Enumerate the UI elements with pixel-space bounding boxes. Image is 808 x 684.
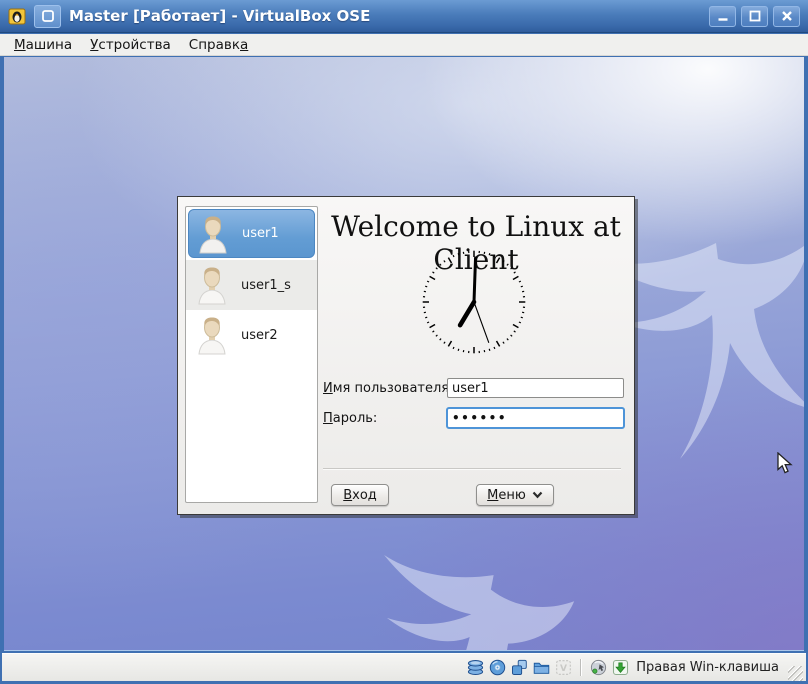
display-icon[interactable]: V (555, 659, 572, 676)
mouse-integration-icon[interactable] (590, 659, 607, 676)
statusbar-separator (580, 659, 582, 676)
close-icon (780, 10, 794, 22)
password-input[interactable] (446, 407, 625, 429)
titlebar: Master [Работает] - VirtualBox OSE (0, 0, 808, 33)
host-key-label: Правая Win-клавиша (636, 660, 779, 675)
user-name: user1_s (241, 278, 291, 293)
dialog-separator (323, 468, 621, 470)
ose-cube-icon (41, 9, 55, 23)
cd-dvd-icon[interactable] (489, 659, 506, 676)
statusbar: V Правая Win-клавиша (2, 653, 806, 681)
virtualbox-window: Master [Работает] - VirtualBox OSE М (0, 0, 808, 684)
user-row-user2[interactable]: user2 (186, 310, 317, 360)
minimize-icon (716, 10, 730, 22)
user-name: user2 (241, 328, 278, 343)
menu-devices[interactable]: Устройства (90, 37, 171, 53)
window-controls (709, 6, 800, 27)
login-button[interactable]: Вход (331, 484, 389, 506)
maximize-button[interactable] (741, 6, 768, 27)
menu-machine[interactable]: Машина (14, 37, 72, 53)
virtualbox-ose-logo (34, 5, 61, 28)
network-icon[interactable] (511, 659, 528, 676)
close-button[interactable] (773, 6, 800, 27)
user-avatar-icon (193, 214, 233, 254)
vm-app-icon (8, 7, 26, 25)
user-row-user1[interactable]: user1 (188, 209, 315, 258)
password-label: Пароль: (323, 411, 377, 426)
menubar: Машина Устройства Справка (0, 34, 808, 56)
analog-clock (419, 247, 529, 357)
vm-desktop: user1 user1_s (4, 57, 804, 651)
clock-face-icon (419, 247, 529, 357)
minimize-button[interactable] (709, 6, 736, 27)
host-key-icon[interactable] (612, 659, 629, 676)
user-row-user1-s[interactable]: user1_s (186, 260, 317, 310)
hard-disks-icon[interactable] (467, 659, 484, 676)
username-label: Имя пользователя: (323, 381, 454, 396)
chevron-down-icon (532, 491, 543, 499)
svg-text:V: V (560, 664, 567, 674)
user-avatar-icon (192, 265, 232, 305)
menu-button[interactable]: Меню (476, 484, 554, 506)
shared-folders-icon[interactable] (533, 659, 550, 676)
maximize-icon (748, 10, 762, 22)
username-input[interactable] (447, 378, 624, 398)
login-dialog: user1 user1_s (177, 196, 635, 515)
user-avatar-icon (192, 315, 232, 355)
user-name: user1 (242, 226, 279, 241)
window-title: Master [Работает] - VirtualBox OSE (69, 7, 370, 25)
user-list: user1 user1_s (185, 206, 318, 503)
swallow-silhouette-bottom (312, 535, 583, 651)
mouse-cursor-icon (776, 452, 796, 475)
menu-help[interactable]: Справка (189, 37, 249, 53)
resize-grip[interactable] (788, 666, 803, 681)
